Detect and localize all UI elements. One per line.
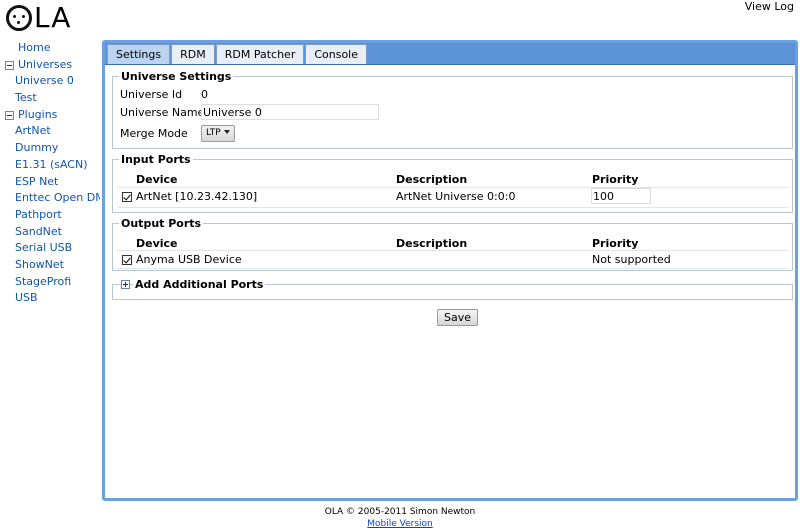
table-divider: [117, 187, 788, 188]
sidebar-item-plugin[interactable]: ESP Net: [0, 174, 100, 191]
table-divider: [117, 207, 788, 208]
merge-mode-label: Merge Mode: [120, 127, 188, 140]
universe-name-input[interactable]: [201, 104, 379, 120]
column-header-priority: Priority: [592, 237, 639, 250]
logo-text: LA: [34, 1, 72, 34]
dmx-connector-icon: [6, 5, 32, 31]
column-header-device: Device: [136, 173, 178, 186]
tab-console[interactable]: Console: [305, 44, 368, 64]
tab-bar: Settings RDM RDM Patcher Console: [105, 43, 795, 65]
sidebar-item-plugin[interactable]: SandNet: [0, 224, 100, 241]
collapse-icon[interactable]: [5, 110, 14, 120]
sidebar-item-plugin[interactable]: USB: [0, 290, 100, 307]
sidebar-item-plugin[interactable]: ArtNet: [0, 123, 100, 140]
output-port-priority: Not supported: [592, 253, 671, 266]
add-ports-title[interactable]: Add Additional Ports: [133, 278, 266, 291]
chevron-down-icon: [223, 130, 230, 134]
sidebar-item-plugin[interactable]: Enttec Open DMX: [0, 190, 100, 207]
column-header-priority: Priority: [592, 173, 639, 186]
tab-settings[interactable]: Settings: [107, 44, 171, 64]
view-log-link[interactable]: View Log: [745, 0, 794, 13]
footer: OLA © 2005-2011 Simon Newton Mobile Vers…: [0, 506, 800, 530]
output-ports-title: Output Ports: [119, 217, 204, 230]
output-ports-fieldset: Output Ports Device Description Priority…: [112, 217, 793, 271]
universe-id-value: 0: [201, 88, 208, 101]
sidebar-item-plugin[interactable]: StageProfi: [0, 274, 100, 291]
sidebar-group-label: Universes: [18, 57, 73, 71]
merge-mode-value: LTP: [206, 128, 221, 138]
tab-rdm[interactable]: RDM: [171, 44, 215, 64]
sidebar-item-universe[interactable]: Universe 0: [0, 73, 100, 90]
input-ports-fieldset: Input Ports Device Description Priority …: [112, 153, 793, 213]
column-header-description: Description: [396, 237, 468, 250]
table-divider: [117, 250, 788, 251]
universe-panel: Settings RDM RDM Patcher Console Univers…: [102, 40, 798, 501]
collapse-icon[interactable]: [5, 60, 14, 70]
sidebar-group-plugins[interactable]: Plugins: [0, 107, 100, 124]
input-port-priority-input[interactable]: [591, 188, 651, 204]
tab-rdm-patcher[interactable]: RDM Patcher: [215, 44, 305, 64]
column-header-description: Description: [396, 173, 468, 186]
universe-settings-title: Universe Settings: [119, 70, 234, 83]
save-button[interactable]: Save: [437, 309, 479, 326]
input-port-device: ArtNet [10.23.42.130]: [136, 190, 258, 203]
column-header-device: Device: [136, 237, 178, 250]
sidebar-item-plugin[interactable]: Serial USB: [0, 240, 100, 257]
sidebar-item-plugin[interactable]: Dummy: [0, 140, 100, 157]
table-divider: [117, 268, 788, 269]
universe-settings-fieldset: Universe Settings Universe Id 0 Universe…: [112, 70, 793, 149]
sidebar-item-home[interactable]: Home: [0, 40, 100, 57]
input-ports-title: Input Ports: [119, 153, 193, 166]
output-port-checkbox[interactable]: [122, 255, 132, 265]
output-port-device: Anyma USB Device: [136, 253, 242, 266]
copyright-text: OLA © 2005-2011 Simon Newton: [324, 507, 476, 517]
sidebar: Home Universes Universe 0 Test Plugins A…: [0, 40, 100, 307]
sidebar-item-universe[interactable]: Test: [0, 90, 100, 107]
input-port-description: ArtNet Universe 0:0:0: [396, 190, 516, 203]
universe-name-label: Universe Name: [120, 106, 205, 119]
sidebar-item-plugin[interactable]: Pathport: [0, 207, 100, 224]
ola-logo: LA: [6, 2, 71, 34]
mobile-version-link[interactable]: Mobile Version: [367, 519, 432, 529]
merge-mode-select[interactable]: LTP: [201, 125, 235, 142]
add-ports-fieldset: Add Additional Ports: [112, 278, 793, 300]
sidebar-group-universes[interactable]: Universes: [0, 57, 100, 74]
input-port-checkbox[interactable]: [122, 192, 132, 202]
universe-id-label: Universe Id: [120, 88, 183, 101]
sidebar-group-label: Plugins: [18, 107, 58, 121]
expand-icon[interactable]: [121, 280, 130, 289]
sidebar-item-plugin[interactable]: E1.31 (sACN): [0, 157, 100, 174]
sidebar-item-plugin[interactable]: ShowNet: [0, 257, 100, 274]
